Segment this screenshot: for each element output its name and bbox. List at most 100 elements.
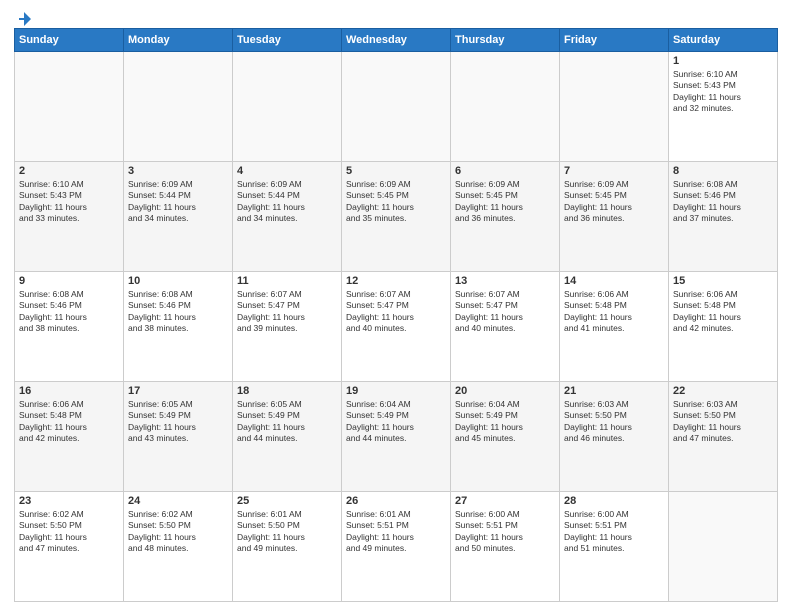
calendar-cell: 3 Sunrise: 6:09 AM Sunset: 5:44 PM Daylig…	[124, 162, 233, 272]
calendar-cell: 8 Sunrise: 6:08 AM Sunset: 5:46 PM Daylig…	[669, 162, 778, 272]
day-number: 28	[564, 495, 664, 507]
day-info: Sunrise: 6:07 AM Sunset: 5:47 PM Dayligh…	[237, 289, 337, 335]
calendar-week-4: 16 Sunrise: 6:06 AM Sunset: 5:48 PM Dayli…	[15, 382, 778, 492]
day-number: 26	[346, 495, 446, 507]
day-number: 8	[673, 165, 773, 177]
day-number: 5	[346, 165, 446, 177]
calendar-cell: 27 Sunrise: 6:00 AM Sunset: 5:51 PM Dayli…	[451, 492, 560, 602]
day-info: Sunrise: 6:02 AM Sunset: 5:50 PM Dayligh…	[19, 509, 119, 555]
day-info: Sunrise: 6:05 AM Sunset: 5:49 PM Dayligh…	[237, 399, 337, 445]
day-info: Sunrise: 6:08 AM Sunset: 5:46 PM Dayligh…	[128, 289, 228, 335]
day-number: 17	[128, 385, 228, 397]
calendar-cell	[669, 492, 778, 602]
calendar-cell: 19 Sunrise: 6:04 AM Sunset: 5:49 PM Dayli…	[342, 382, 451, 492]
logo-icon	[15, 10, 33, 28]
calendar-cell: 10 Sunrise: 6:08 AM Sunset: 5:46 PM Dayli…	[124, 272, 233, 382]
day-number: 3	[128, 165, 228, 177]
calendar-cell: 2Sunrise: 6:10 AM Sunset: 5:43 PM Daylig…	[15, 162, 124, 272]
calendar-cell: 7 Sunrise: 6:09 AM Sunset: 5:45 PM Daylig…	[560, 162, 669, 272]
calendar-cell	[233, 52, 342, 162]
day-number: 14	[564, 275, 664, 287]
day-info: Sunrise: 6:08 AM Sunset: 5:46 PM Dayligh…	[19, 289, 119, 335]
day-number: 27	[455, 495, 555, 507]
calendar-cell: 13 Sunrise: 6:07 AM Sunset: 5:47 PM Dayli…	[451, 272, 560, 382]
day-info: Sunrise: 6:01 AM Sunset: 5:50 PM Dayligh…	[237, 509, 337, 555]
day-number: 20	[455, 385, 555, 397]
calendar-cell: 16 Sunrise: 6:06 AM Sunset: 5:48 PM Dayli…	[15, 382, 124, 492]
day-number: 13	[455, 275, 555, 287]
day-info: Sunrise: 6:04 AM Sunset: 5:49 PM Dayligh…	[346, 399, 446, 445]
calendar-cell: 21 Sunrise: 6:03 AM Sunset: 5:50 PM Dayli…	[560, 382, 669, 492]
weekday-header-tuesday: Tuesday	[233, 29, 342, 52]
day-info: Sunrise: 6:09 AM Sunset: 5:44 PM Dayligh…	[237, 179, 337, 225]
day-number: 19	[346, 385, 446, 397]
calendar-cell	[342, 52, 451, 162]
day-number: 10	[128, 275, 228, 287]
calendar-week-3: 9 Sunrise: 6:08 AM Sunset: 5:46 PM Daylig…	[15, 272, 778, 382]
calendar-week-1: 1Sunrise: 6:10 AM Sunset: 5:43 PM Daylig…	[15, 52, 778, 162]
day-number: 23	[19, 495, 119, 507]
day-info: Sunrise: 6:09 AM Sunset: 5:45 PM Dayligh…	[455, 179, 555, 225]
calendar-cell: 22 Sunrise: 6:03 AM Sunset: 5:50 PM Dayli…	[669, 382, 778, 492]
calendar-cell: 24 Sunrise: 6:02 AM Sunset: 5:50 PM Dayli…	[124, 492, 233, 602]
day-info: Sunrise: 6:03 AM Sunset: 5:50 PM Dayligh…	[673, 399, 773, 445]
day-info: Sunrise: 6:07 AM Sunset: 5:47 PM Dayligh…	[455, 289, 555, 335]
weekday-header-thursday: Thursday	[451, 29, 560, 52]
day-number: 24	[128, 495, 228, 507]
calendar-cell: 18 Sunrise: 6:05 AM Sunset: 5:49 PM Dayli…	[233, 382, 342, 492]
calendar-cell: 14 Sunrise: 6:06 AM Sunset: 5:48 PM Dayli…	[560, 272, 669, 382]
day-info: Sunrise: 6:00 AM Sunset: 5:51 PM Dayligh…	[455, 509, 555, 555]
day-info: Sunrise: 6:03 AM Sunset: 5:50 PM Dayligh…	[564, 399, 664, 445]
calendar-cell: 23 Sunrise: 6:02 AM Sunset: 5:50 PM Dayli…	[15, 492, 124, 602]
calendar-cell	[560, 52, 669, 162]
calendar-cell: 11Sunrise: 6:07 AM Sunset: 5:47 PM Dayli…	[233, 272, 342, 382]
day-info: Sunrise: 6:05 AM Sunset: 5:49 PM Dayligh…	[128, 399, 228, 445]
weekday-header-sunday: Sunday	[15, 29, 124, 52]
weekday-header-saturday: Saturday	[669, 29, 778, 52]
weekday-header-monday: Monday	[124, 29, 233, 52]
calendar-cell: 5 Sunrise: 6:09 AM Sunset: 5:45 PM Daylig…	[342, 162, 451, 272]
calendar-cell: 4 Sunrise: 6:09 AM Sunset: 5:44 PM Daylig…	[233, 162, 342, 272]
calendar-cell	[124, 52, 233, 162]
day-info: Sunrise: 6:02 AM Sunset: 5:50 PM Dayligh…	[128, 509, 228, 555]
calendar-header-row: SundayMondayTuesdayWednesdayThursdayFrid…	[15, 29, 778, 52]
calendar-table: SundayMondayTuesdayWednesdayThursdayFrid…	[14, 28, 778, 602]
calendar-cell: 17 Sunrise: 6:05 AM Sunset: 5:49 PM Dayli…	[124, 382, 233, 492]
day-number: 18	[237, 385, 337, 397]
day-number: 25	[237, 495, 337, 507]
weekday-header-wednesday: Wednesday	[342, 29, 451, 52]
day-number: 1	[673, 55, 773, 67]
calendar-cell: 20 Sunrise: 6:04 AM Sunset: 5:49 PM Dayli…	[451, 382, 560, 492]
day-info: Sunrise: 6:09 AM Sunset: 5:44 PM Dayligh…	[128, 179, 228, 225]
day-info: Sunrise: 6:06 AM Sunset: 5:48 PM Dayligh…	[564, 289, 664, 335]
calendar-cell: 12 Sunrise: 6:07 AM Sunset: 5:47 PM Dayli…	[342, 272, 451, 382]
day-number: 22	[673, 385, 773, 397]
day-info: Sunrise: 6:06 AM Sunset: 5:48 PM Dayligh…	[19, 399, 119, 445]
day-info: Sunrise: 6:04 AM Sunset: 5:49 PM Dayligh…	[455, 399, 555, 445]
day-info: Sunrise: 6:07 AM Sunset: 5:47 PM Dayligh…	[346, 289, 446, 335]
day-number: 15	[673, 275, 773, 287]
calendar-cell: 9 Sunrise: 6:08 AM Sunset: 5:46 PM Daylig…	[15, 272, 124, 382]
calendar-cell	[15, 52, 124, 162]
day-info: Sunrise: 6:09 AM Sunset: 5:45 PM Dayligh…	[564, 179, 664, 225]
day-number: 4	[237, 165, 337, 177]
day-number: 6	[455, 165, 555, 177]
calendar-cell: 26Sunrise: 6:01 AM Sunset: 5:51 PM Dayli…	[342, 492, 451, 602]
logo	[14, 10, 34, 24]
day-info: Sunrise: 6:09 AM Sunset: 5:45 PM Dayligh…	[346, 179, 446, 225]
day-number: 2	[19, 165, 119, 177]
calendar-cell: 25 Sunrise: 6:01 AM Sunset: 5:50 PM Dayli…	[233, 492, 342, 602]
calendar-week-2: 2Sunrise: 6:10 AM Sunset: 5:43 PM Daylig…	[15, 162, 778, 272]
day-info: Sunrise: 6:08 AM Sunset: 5:46 PM Dayligh…	[673, 179, 773, 225]
day-number: 12	[346, 275, 446, 287]
day-number: 21	[564, 385, 664, 397]
day-number: 7	[564, 165, 664, 177]
day-info: Sunrise: 6:06 AM Sunset: 5:48 PM Dayligh…	[673, 289, 773, 335]
day-number: 9	[19, 275, 119, 287]
calendar-cell	[451, 52, 560, 162]
page: SundayMondayTuesdayWednesdayThursdayFrid…	[0, 0, 792, 612]
day-number: 16	[19, 385, 119, 397]
weekday-header-friday: Friday	[560, 29, 669, 52]
day-info: Sunrise: 6:00 AM Sunset: 5:51 PM Dayligh…	[564, 509, 664, 555]
calendar-cell: 1Sunrise: 6:10 AM Sunset: 5:43 PM Daylig…	[669, 52, 778, 162]
